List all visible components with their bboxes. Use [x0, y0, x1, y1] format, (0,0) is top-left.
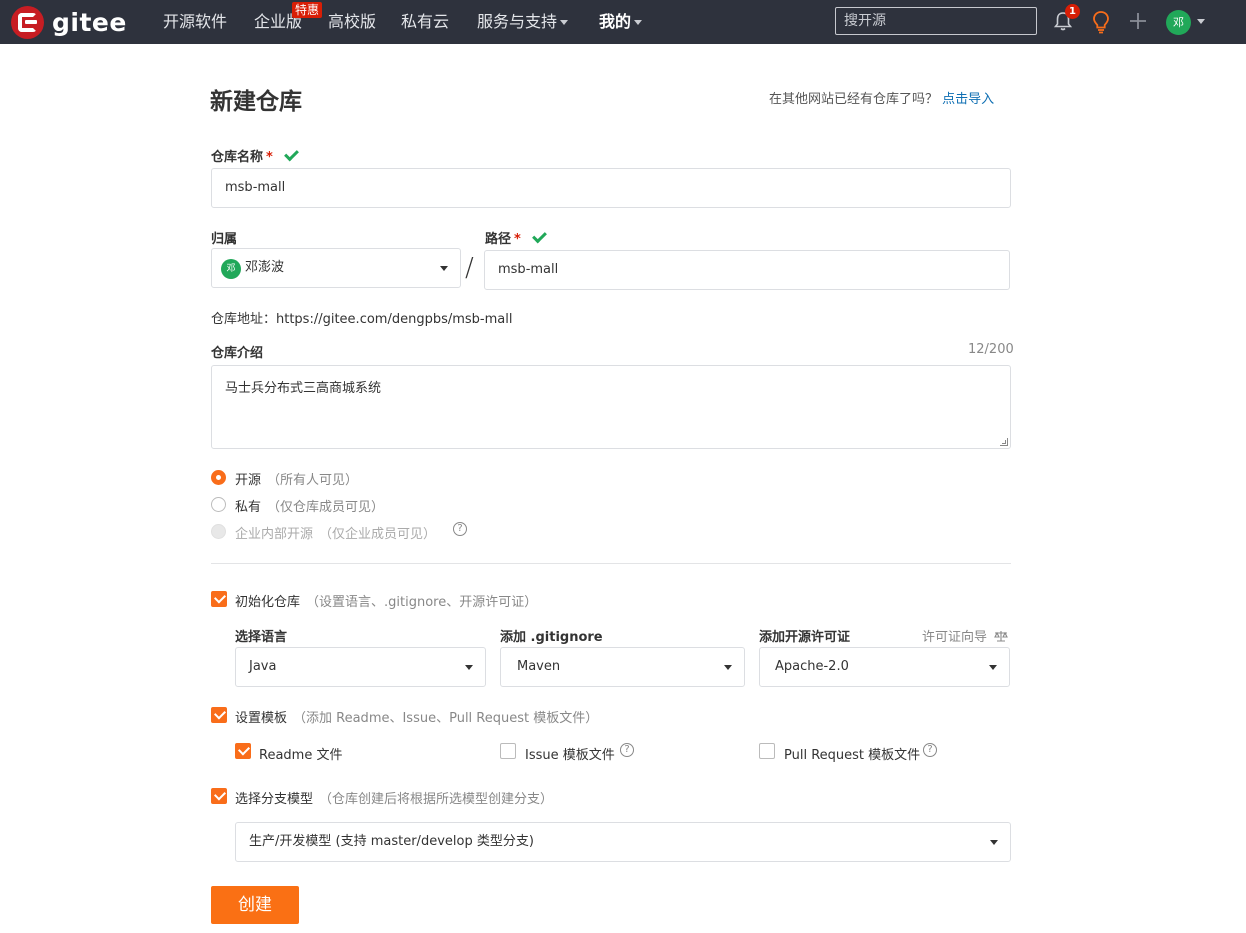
language-label: 选择语言 — [235, 630, 288, 645]
license-guide-link[interactable]: 许可证向导 — [922, 626, 1009, 645]
page-title: 新建仓库 — [210, 89, 302, 115]
visibility-public-note: （所有人可见） — [267, 473, 359, 488]
template-label[interactable]: 设置模板 （添加 Readme、Issue、Pull Request 模板文件） — [235, 707, 598, 726]
visibility-private-note: （仅仓库成员可见） — [267, 500, 385, 515]
gitee-logo-icon — [11, 5, 44, 39]
required-mark: * — [266, 150, 273, 165]
check-icon — [531, 228, 547, 244]
gitignore-select-value: Maven — [517, 659, 561, 674]
path-input[interactable]: msb-mall — [484, 250, 1010, 290]
branch-model-select-value: 生产/开发模型 (支持 master/develop 类型分支) — [249, 834, 534, 849]
chevron-down-icon[interactable] — [1197, 19, 1205, 24]
issue-template-label[interactable]: Issue 模板文件 — [525, 744, 615, 763]
license-guide-text: 许可证向导 — [922, 630, 988, 645]
question-circle-icon[interactable]: ? — [923, 743, 937, 757]
pr-template-checkbox[interactable] — [759, 743, 775, 759]
lightbulb-icon[interactable] — [1091, 10, 1111, 34]
question-circle-icon[interactable]: ? — [620, 743, 634, 757]
check-icon — [283, 146, 299, 162]
chevron-down-icon — [440, 266, 448, 271]
license-select-value: Apache-2.0 — [775, 659, 849, 674]
branch-model-text: 选择分支模型 — [235, 792, 314, 807]
import-hint-text: 在其他网站已经有仓库了吗？ — [769, 92, 939, 107]
readme-label[interactable]: Readme 文件 — [259, 744, 342, 763]
visibility-public-label[interactable]: 开源 （所有人可见） — [235, 469, 358, 488]
nav-item-mine[interactable]: 我的 — [599, 0, 643, 44]
gitignore-label: 添加 .gitignore — [500, 630, 603, 645]
gitignore-select[interactable]: Maven — [500, 647, 745, 687]
init-repo-text: 初始化仓库 — [235, 595, 301, 610]
scale-icon — [994, 631, 1009, 642]
nav-item-services[interactable]: 服务与支持 — [477, 0, 569, 44]
init-repo-checkbox[interactable] — [211, 591, 227, 607]
repo-name-label: 仓库名称 * — [211, 146, 299, 165]
language-select[interactable]: Java — [235, 647, 486, 687]
branch-model-select[interactable]: 生产/开发模型 (支持 master/develop 类型分支) — [235, 822, 1011, 862]
chevron-down-icon — [989, 665, 997, 670]
hot-badge: 特惠 — [292, 2, 323, 18]
issue-template-checkbox[interactable] — [500, 743, 516, 759]
template-note: （添加 Readme、Issue、Pull Request 模板文件） — [293, 711, 599, 726]
gitee-logo[interactable]: gitee — [11, 5, 127, 39]
visibility-private-text: 私有 — [235, 500, 262, 515]
owner-select[interactable]: 邓 邓澎波 — [211, 248, 461, 288]
visibility-enterprise-note: （仅企业成员可见） — [319, 527, 437, 542]
top-navbar: gitee 开源软件 企业版 特惠 高校版 私有云 服务与支持 我的 搜开源 1… — [0, 0, 1246, 44]
plus-icon[interactable] — [1128, 11, 1148, 31]
visibility-private-label[interactable]: 私有 （仅仓库成员可见） — [235, 496, 384, 515]
template-text: 设置模板 — [235, 711, 288, 726]
init-repo-note: （设置语言、.gitignore、开源许可证） — [306, 595, 538, 610]
pr-template-label[interactable]: Pull Request 模板文件 — [784, 744, 920, 763]
owner-select-value: 邓澎波 — [245, 260, 285, 275]
notification-badge: 1 — [1065, 4, 1080, 19]
chevron-down-icon — [465, 665, 473, 670]
template-checkbox[interactable] — [211, 707, 227, 723]
visibility-enterprise-label: 企业内部开源 （仅企业成员可见） — [235, 523, 436, 542]
nav-item-private-cloud[interactable]: 私有云 — [401, 0, 449, 44]
chevron-down-icon — [634, 20, 643, 25]
visibility-private-radio[interactable] — [211, 497, 226, 512]
description-counter: 12/200 — [968, 342, 1014, 357]
repo-name-label-text: 仓库名称 — [211, 150, 264, 165]
description-label: 仓库介绍 — [211, 346, 264, 361]
chevron-down-icon — [560, 20, 569, 25]
visibility-enterprise-radio — [211, 524, 226, 539]
section-divider — [211, 563, 1011, 564]
path-separator: / — [465, 253, 474, 283]
import-hint: 在其他网站已经有仓库了吗？ 点击导入 — [769, 88, 994, 107]
create-button[interactable]: 创建 — [211, 886, 299, 924]
path-label-text: 路径 — [485, 232, 512, 247]
search-input[interactable]: 搜开源 — [835, 7, 1037, 35]
branch-model-checkbox[interactable] — [211, 788, 227, 804]
repo-url: 仓库地址：https://gitee.com/dengpbs/msb-mall — [211, 312, 513, 327]
license-label: 添加开源许可证 — [759, 630, 851, 645]
visibility-public-text: 开源 — [235, 473, 262, 488]
owner-label: 归属 — [211, 232, 238, 247]
path-label: 路径 * — [485, 228, 547, 247]
description-value: 马士兵分布式三高商城系统 — [225, 381, 382, 396]
chevron-down-icon — [990, 840, 998, 845]
owner-avatar: 邓 — [221, 259, 241, 279]
branch-model-label[interactable]: 选择分支模型 （仓库创建后将根据所选模型创建分支） — [235, 788, 553, 807]
visibility-enterprise-text: 企业内部开源 — [235, 527, 314, 542]
init-repo-label[interactable]: 初始化仓库 （设置语言、.gitignore、开源许可证） — [235, 591, 537, 610]
nav-item-mine-label: 我的 — [599, 12, 632, 31]
repo-name-input[interactable]: msb-mall — [211, 168, 1011, 208]
readme-checkbox[interactable] — [235, 743, 251, 759]
chevron-down-icon — [724, 665, 732, 670]
branch-model-note: （仓库创建后将根据所选模型创建分支） — [319, 792, 554, 807]
user-avatar[interactable]: 邓 — [1166, 10, 1191, 35]
visibility-public-radio[interactable] — [211, 470, 226, 485]
nav-item-services-label: 服务与支持 — [477, 12, 558, 31]
brand-name: gitee — [52, 7, 127, 37]
nav-item-education[interactable]: 高校版 — [328, 0, 376, 44]
required-mark: * — [514, 232, 521, 247]
import-link[interactable]: 点击导入 — [942, 92, 994, 107]
license-select[interactable]: Apache-2.0 — [759, 647, 1010, 687]
question-circle-icon[interactable]: ? — [453, 522, 467, 536]
description-textarea[interactable]: 马士兵分布式三高商城系统 — [211, 365, 1011, 449]
language-select-value: Java — [249, 659, 277, 674]
nav-item-open-source[interactable]: 开源软件 — [163, 0, 227, 44]
